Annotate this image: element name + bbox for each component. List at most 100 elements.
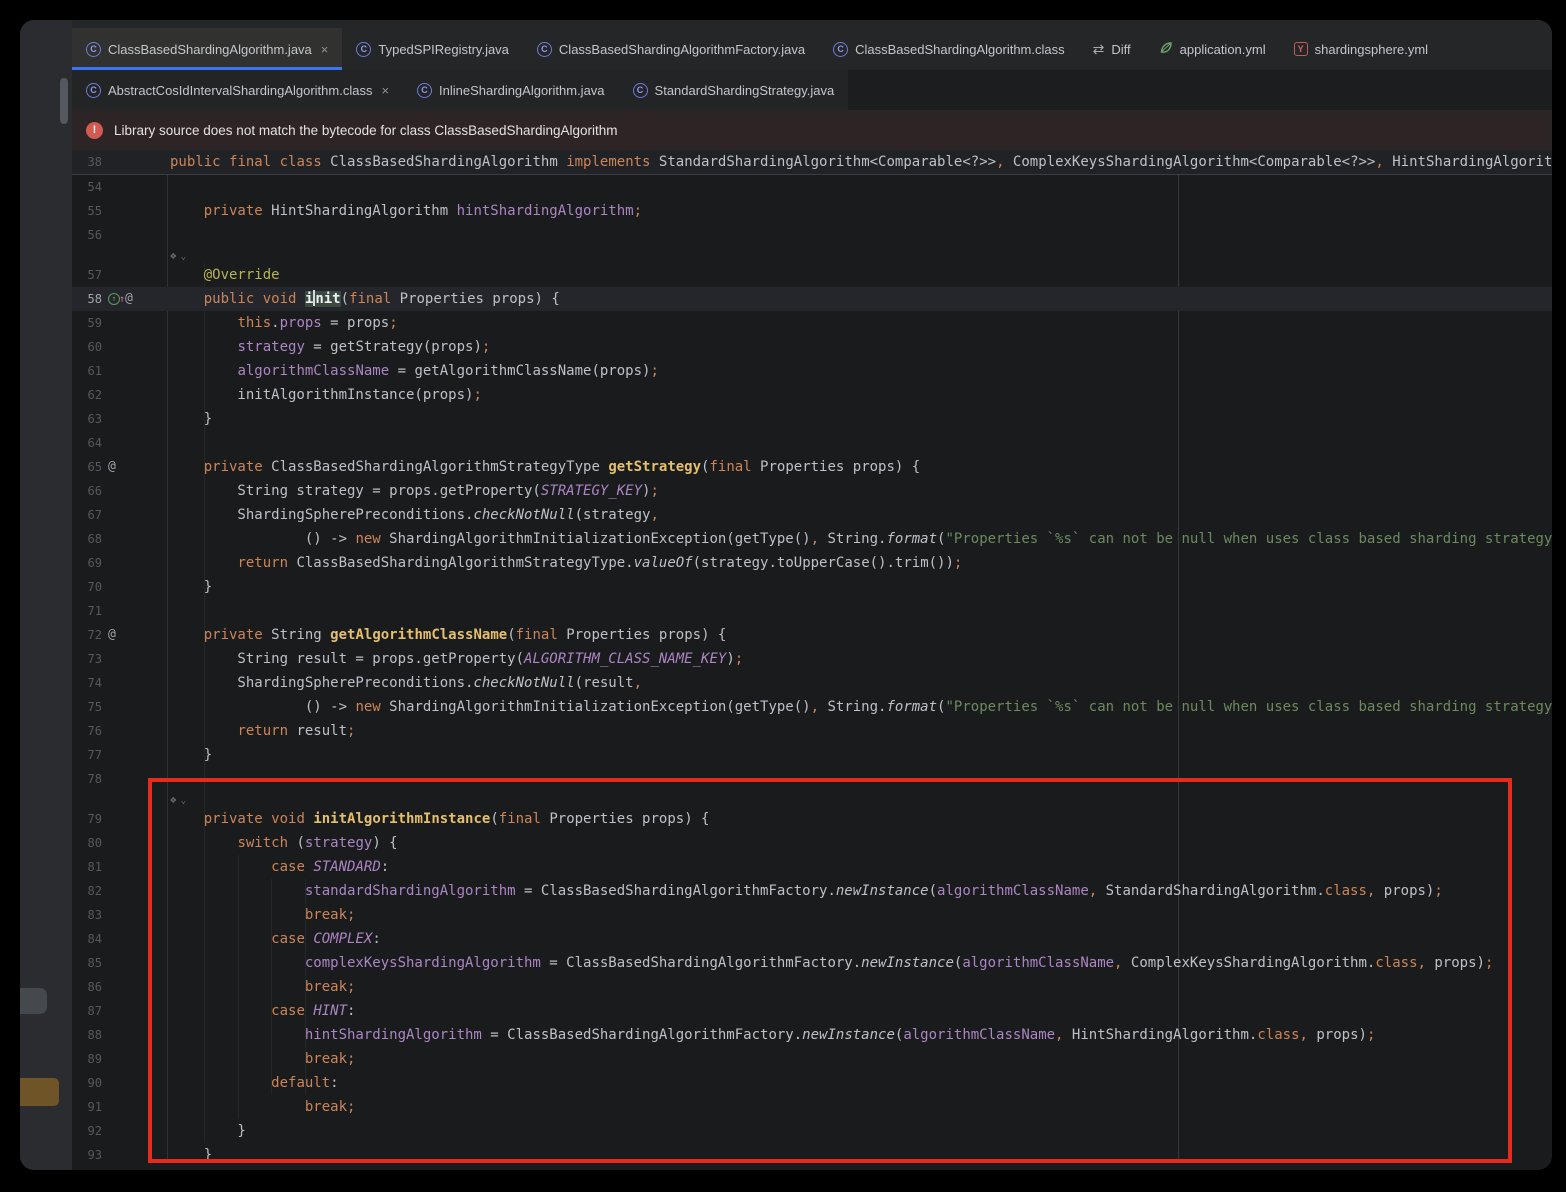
code-line[interactable]: 92 } — [72, 1119, 1552, 1143]
code-line[interactable]: 56 — [72, 223, 1552, 247]
code-line[interactable]: 65@ private ClassBasedShardingAlgorithmS… — [72, 455, 1552, 479]
code-text: ShardingSpherePreconditions.checkNotNull… — [170, 671, 642, 695]
code-line[interactable]: 87 case HINT: — [72, 999, 1552, 1023]
code-line[interactable]: 93 } — [72, 1143, 1552, 1163]
line-number: 75 — [72, 695, 102, 719]
editor-tab[interactable]: Yshardingsphere.yml — [1280, 28, 1442, 70]
editor-tab[interactable]: CClassBasedShardingAlgorithmFactory.java — [523, 28, 819, 70]
line-number: 61 — [72, 359, 102, 383]
code-line[interactable]: 70 } — [72, 575, 1552, 599]
tab-label: shardingsphere.yml — [1315, 42, 1428, 57]
annotation-gutter-icon[interactable]: @ — [125, 287, 133, 311]
gutter-icons: @ — [108, 455, 116, 479]
line-number: 68 — [72, 527, 102, 551]
ai-inlay-icon[interactable]: ❖ — [170, 249, 177, 262]
code-line[interactable]: 75 () -> new ShardingAlgorithmInitializa… — [72, 695, 1552, 719]
line-number: 38 — [72, 150, 102, 174]
code-line[interactable]: 84 case COMPLEX: — [72, 927, 1552, 951]
code-line[interactable]: 59 this.props = props; — [72, 311, 1552, 335]
overrides-method-icon[interactable]: ↑↑ — [108, 293, 120, 305]
code-line[interactable]: 80 switch (strategy) { — [72, 831, 1552, 855]
code-text: private ClassBasedShardingAlgorithmStrat… — [170, 455, 920, 479]
line-number: 91 — [72, 1095, 102, 1119]
close-tab-icon[interactable]: × — [381, 83, 389, 98]
code-text: break; — [170, 1095, 355, 1119]
code-line[interactable]: 72@ private String getAlgorithmClassName… — [72, 623, 1552, 647]
tab-label: AbstractCosIdIntervalShardingAlgorithm.c… — [108, 83, 372, 98]
editor-area: CClassBasedShardingAlgorithm.java×CTyped… — [72, 20, 1552, 1170]
line-number: 79 — [72, 807, 102, 831]
editor-tab[interactable]: CAbstractCosIdIntervalShardingAlgorithm.… — [72, 70, 403, 110]
code-line[interactable]: 83 break; — [72, 903, 1552, 927]
code-line[interactable]: 79 private void initAlgorithmInstance(fi… — [72, 807, 1552, 831]
code-line[interactable]: 62 initAlgorithmInstance(props); — [72, 383, 1552, 407]
code-line[interactable]: 71 — [72, 599, 1552, 623]
code-line[interactable]: 73 String result = props.getProperty(ALG… — [72, 647, 1552, 671]
tab-label: TypedSPIRegistry.java — [378, 42, 509, 57]
code-text: () -> new ShardingAlgorithmInitializatio… — [170, 527, 1552, 551]
code-line[interactable]: 90 default: — [72, 1071, 1552, 1095]
code-line[interactable]: 67 ShardingSpherePreconditions.checkNotN… — [72, 503, 1552, 527]
inlay-hint-row[interactable]: ❖⌄ — [72, 247, 1552, 263]
line-number: 73 — [72, 647, 102, 671]
code-line[interactable]: 69 return ClassBasedShardingAlgorithmStr… — [72, 551, 1552, 575]
annotation-gutter-icon[interactable]: @ — [108, 455, 116, 479]
code-text: } — [170, 1143, 212, 1163]
yaml-file-icon: Y — [1294, 42, 1308, 56]
code-line[interactable]: 61 algorithmClassName = getAlgorithmClas… — [72, 359, 1552, 383]
code-line[interactable]: 74 ShardingSpherePreconditions.checkNotN… — [72, 671, 1552, 695]
editor-tab[interactable]: CClassBasedShardingAlgorithm.java× — [72, 28, 342, 70]
code-text: String strategy = props.getProperty(STRA… — [170, 479, 659, 503]
code-text: switch (strategy) { — [170, 831, 398, 855]
line-number: 80 — [72, 831, 102, 855]
code-line[interactable]: 82 standardShardingAlgorithm = ClassBase… — [72, 879, 1552, 903]
code-editor[interactable]: 5455 private HintShardingAlgorithm hintS… — [72, 175, 1552, 1163]
tab-label: StandardShardingStrategy.java — [655, 83, 835, 98]
code-line[interactable]: 88 hintShardingAlgorithm = ClassBasedSha… — [72, 1023, 1552, 1047]
annotation-gutter-icon[interactable]: @ — [108, 623, 116, 647]
line-number: 66 — [72, 479, 102, 503]
editor-tab[interactable]: C StandardShardingStrategy.java — [619, 70, 849, 110]
code-line[interactable]: 54 — [72, 175, 1552, 199]
sticky-class-declaration-line[interactable]: 38 public final class ClassBasedSharding… — [72, 150, 1552, 175]
code-text: case HINT: — [170, 999, 355, 1023]
editor-tab[interactable]: application.yml — [1145, 28, 1280, 70]
code-line[interactable]: 68 () -> new ShardingAlgorithmInitializa… — [72, 527, 1552, 551]
ai-inlay-icon[interactable]: ❖ — [170, 793, 177, 806]
code-text: ShardingSpherePreconditions.checkNotNull… — [170, 503, 659, 527]
code-line[interactable]: 58↑↑@ public void init(final Properties … — [72, 287, 1552, 311]
code-line[interactable]: 86 break; — [72, 975, 1552, 999]
code-line[interactable]: 78 — [72, 767, 1552, 791]
java-class-icon: C — [633, 83, 648, 98]
line-number: 83 — [72, 903, 102, 927]
line-number: 77 — [72, 743, 102, 767]
line-number: 85 — [72, 951, 102, 975]
tab-label: ClassBasedShardingAlgorithm.java — [108, 42, 312, 57]
code-line[interactable]: 64 — [72, 431, 1552, 455]
code-line: public final class ClassBasedShardingAlg… — [170, 150, 1552, 174]
code-line[interactable]: 89 break; — [72, 1047, 1552, 1071]
line-number: 72 — [72, 623, 102, 647]
code-line[interactable]: 57 @Override — [72, 263, 1552, 287]
code-line[interactable]: 63 } — [72, 407, 1552, 431]
close-tab-icon[interactable]: × — [321, 42, 329, 57]
line-number: 70 — [72, 575, 102, 599]
code-line[interactable]: 55 private HintShardingAlgorithm hintSha… — [72, 199, 1552, 223]
code-line[interactable]: 91 break; — [72, 1095, 1552, 1119]
code-line[interactable]: 60 strategy = getStrategy(props); — [72, 335, 1552, 359]
line-number: 62 — [72, 383, 102, 407]
code-line[interactable]: 66 String strategy = props.getProperty(S… — [72, 479, 1552, 503]
stripe-scrollbar-thumb[interactable] — [60, 78, 68, 124]
code-line[interactable]: 77 } — [72, 743, 1552, 767]
inlay-hint-row[interactable]: ❖⌄ — [72, 791, 1552, 807]
editor-tab[interactable]: ⇄Diff — [1079, 28, 1145, 70]
editor-tab[interactable]: CClassBasedShardingAlgorithm.class — [819, 28, 1079, 70]
code-text: strategy = getStrategy(props); — [170, 335, 490, 359]
code-line[interactable]: 85 complexKeysShardingAlgorithm = ClassB… — [72, 951, 1552, 975]
editor-tab[interactable]: CTypedSPIRegistry.java — [342, 28, 523, 70]
code-line[interactable]: 81 case STANDARD: — [72, 855, 1552, 879]
java-class-icon: C — [537, 42, 552, 57]
code-text: public void init(final Properties props)… — [170, 287, 560, 311]
editor-tab[interactable]: CInlineShardingAlgorithm.java — [403, 70, 618, 110]
code-line[interactable]: 76 return result; — [72, 719, 1552, 743]
